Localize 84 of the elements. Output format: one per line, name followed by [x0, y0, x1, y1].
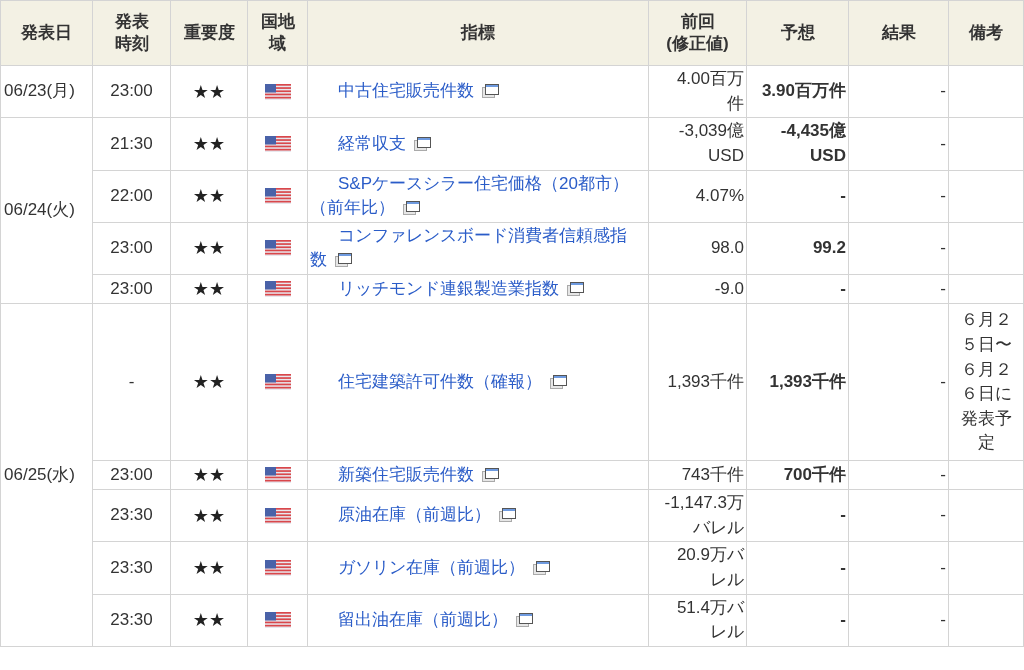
- previous-value-cell: 51.4万バレル: [648, 594, 747, 647]
- flag-icon: [264, 374, 291, 391]
- forecast-cell: -: [746, 489, 849, 542]
- time-cell: -: [92, 303, 171, 461]
- forecast-cell: -: [746, 594, 849, 647]
- previous-value-cell: -1,147.3万バレル: [648, 489, 747, 542]
- previous-value-cell: 4.00百万件: [648, 65, 747, 118]
- previous-value-cell: -3,039億USD: [648, 117, 747, 171]
- popup-window-icon: [499, 508, 516, 523]
- previous-value-cell: -9.0: [648, 274, 747, 304]
- column-header: 予想: [746, 0, 849, 66]
- time-cell: 23:30: [92, 489, 171, 542]
- result-cell: -: [848, 170, 949, 223]
- forecast-cell: 1,393千件: [746, 303, 849, 461]
- time-cell: 23:00: [92, 65, 171, 118]
- previous-value-cell: 743千件: [648, 460, 747, 490]
- result-cell: -: [848, 594, 949, 647]
- forecast-cell: -4,435億USD: [746, 117, 849, 171]
- result-cell: -: [848, 65, 949, 118]
- forecast-cell: 700千件: [746, 460, 849, 490]
- column-header: 指標: [307, 0, 649, 66]
- flag-icon: [264, 188, 291, 205]
- flag-icon: [264, 135, 291, 152]
- date-cell: 06/23(月): [0, 65, 93, 118]
- result-cell: -: [848, 460, 949, 490]
- importance-cell: ★★: [170, 65, 248, 118]
- importance-cell: ★★: [170, 170, 248, 223]
- forecast-cell: -: [746, 274, 849, 304]
- result-cell: -: [848, 541, 949, 595]
- flag-icon: [264, 560, 291, 577]
- time-cell: 22:00: [92, 170, 171, 223]
- flag-icon: [264, 281, 291, 298]
- result-cell: -: [848, 489, 949, 542]
- importance-cell: ★★: [170, 541, 248, 595]
- previous-value-cell: 98.0: [648, 222, 747, 275]
- popup-window-icon: [567, 281, 584, 296]
- flag-icon: [264, 83, 291, 100]
- forecast-cell: 3.90百万件: [746, 65, 849, 118]
- time-cell: 23:30: [92, 594, 171, 647]
- popup-window-icon: [516, 613, 533, 628]
- popup-window-icon: [550, 374, 567, 389]
- indicator-link[interactable]: 住宅建築許可件数（確報）: [310, 369, 636, 395]
- importance-cell: ★★: [170, 594, 248, 647]
- time-cell: 23:30: [92, 541, 171, 595]
- date-cell: 06/25(水): [0, 303, 93, 647]
- importance-cell: ★★: [170, 489, 248, 542]
- popup-window-icon: [335, 253, 352, 268]
- time-cell: 23:00: [92, 460, 171, 490]
- popup-window-icon: [482, 84, 499, 99]
- previous-value-cell: 1,393千件: [648, 303, 747, 461]
- previous-value-cell: 4.07%: [648, 170, 747, 223]
- column-header: 発表時刻: [92, 0, 171, 66]
- popup-window-icon: [482, 467, 499, 482]
- importance-cell: ★★: [170, 222, 248, 275]
- importance-cell: ★★: [170, 460, 248, 490]
- flag-icon: [264, 612, 291, 629]
- importance-cell: ★★: [170, 274, 248, 304]
- result-cell: -: [848, 222, 949, 275]
- note-cell: ６月２５日〜６月２６日に発表予定: [948, 303, 1024, 461]
- flag-icon: [264, 507, 291, 524]
- importance-cell: ★★: [170, 303, 248, 461]
- column-header: 前回(修正値): [648, 0, 747, 66]
- time-cell: 23:00: [92, 274, 171, 304]
- importance-cell: ★★: [170, 117, 248, 171]
- flag-icon: [264, 240, 291, 257]
- column-header: 発表日: [0, 0, 93, 66]
- time-cell: 21:30: [92, 117, 171, 171]
- result-cell: -: [848, 117, 949, 171]
- column-header: 重要度: [170, 0, 248, 66]
- forecast-cell: -: [746, 170, 849, 223]
- popup-window-icon: [414, 136, 431, 151]
- result-cell: -: [848, 303, 949, 461]
- forecast-cell: -: [746, 541, 849, 595]
- previous-value-cell: 20.9万バレル: [648, 541, 747, 595]
- column-header: 国地域: [247, 0, 308, 66]
- forecast-cell: 99.2: [746, 222, 849, 275]
- date-cell: 06/24(火): [0, 117, 93, 304]
- column-header: 備考: [948, 0, 1024, 66]
- flag-icon: [264, 467, 291, 484]
- popup-window-icon: [403, 201, 420, 216]
- popup-window-icon: [533, 560, 550, 575]
- column-header: 結果: [848, 0, 949, 66]
- result-cell: -: [848, 274, 949, 304]
- time-cell: 23:00: [92, 222, 171, 275]
